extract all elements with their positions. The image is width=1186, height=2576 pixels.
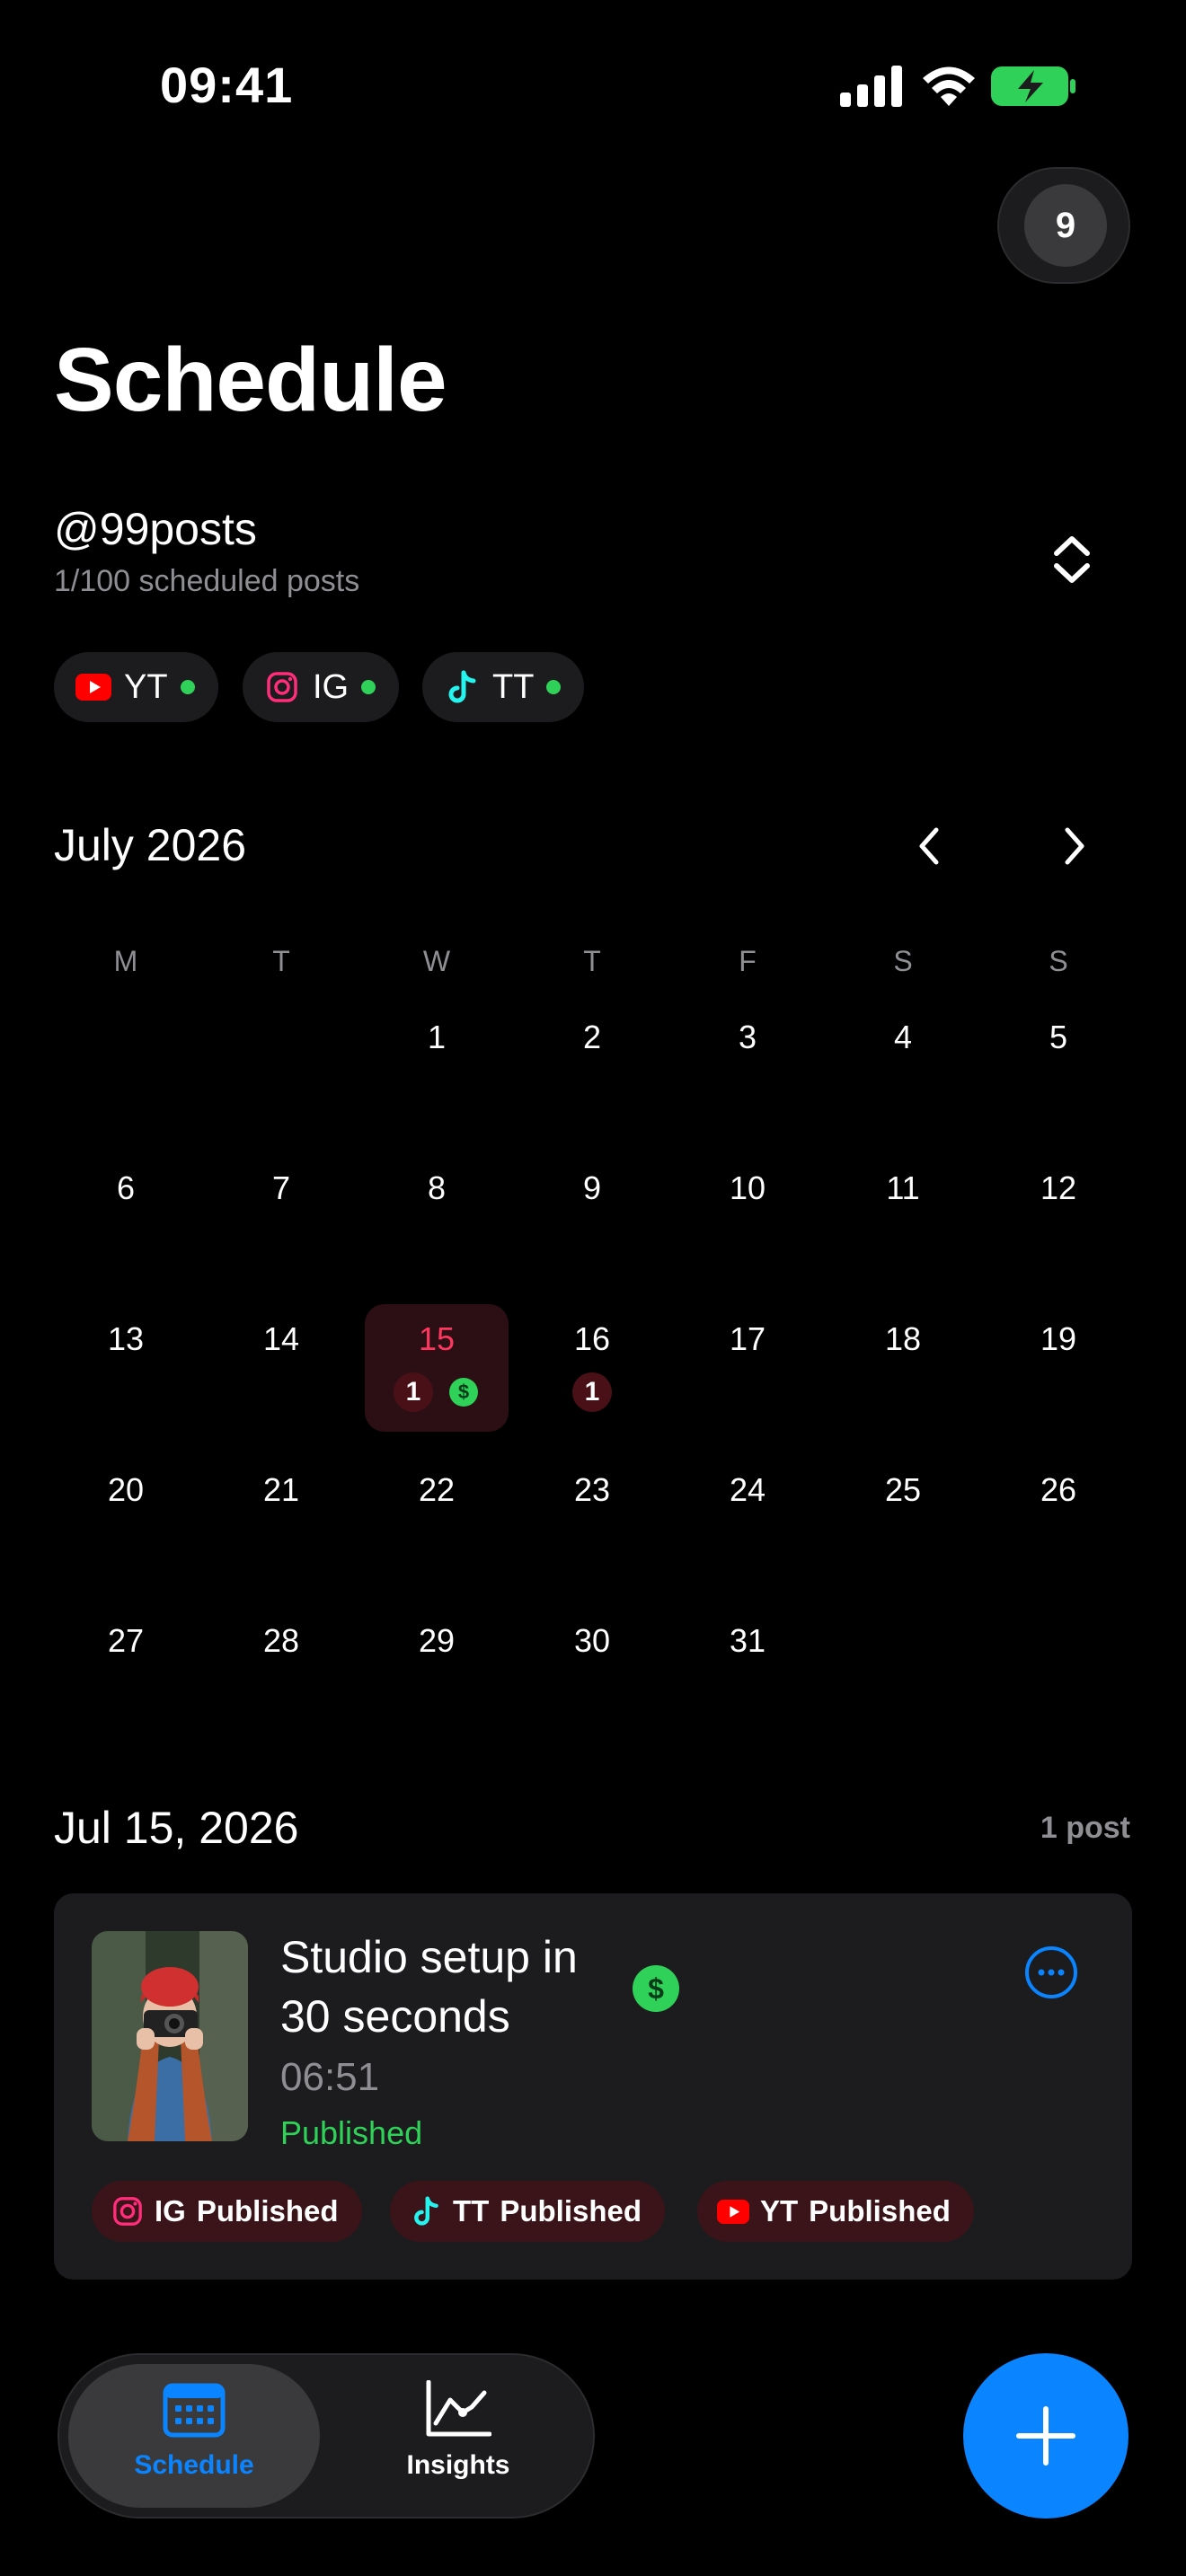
platform-status-label: Published (809, 2194, 951, 2228)
post-count-badge: 1 (394, 1372, 433, 1412)
tab-schedule[interactable]: Schedule (68, 2380, 320, 2481)
calendar-day[interactable]: 29 (392, 1622, 482, 1660)
account-subtitle: 1/100 scheduled posts (54, 564, 360, 598)
calendar-day[interactable]: 23 (547, 1471, 637, 1509)
calendar-day[interactable]: 18 (858, 1320, 948, 1358)
calendar-day[interactable]: 6 (81, 1169, 171, 1207)
battery-charging-icon (991, 66, 1075, 106)
month-title: July 2026 (54, 820, 247, 870)
platform-chip-youtube[interactable]: YT (54, 652, 218, 722)
account-handle[interactable]: @99posts (54, 503, 257, 555)
calendar-day[interactable]: 5 (1013, 1019, 1103, 1056)
post-count-label: 1 post (1040, 1811, 1130, 1845)
tab-label: Insights (406, 2450, 510, 2480)
calendar-day[interactable]: 11 (858, 1169, 948, 1207)
weekday-label: F (739, 945, 757, 977)
calendar-day[interactable]: 22 (392, 1471, 482, 1509)
youtube-icon (717, 2195, 749, 2228)
platform-label: TT (492, 667, 535, 706)
weekday-label: T (272, 945, 290, 977)
calendar-day[interactable]: 14 (236, 1320, 326, 1358)
chevron-right-icon (1065, 827, 1084, 865)
calendar-day[interactable]: 10 (703, 1169, 792, 1207)
more-options-icon[interactable] (1024, 1945, 1078, 1999)
instagram-icon (264, 669, 300, 705)
platform-status-youtube[interactable]: YT Published (697, 2181, 974, 2242)
page-title: Schedule (54, 330, 447, 430)
instagram-icon (111, 2195, 144, 2228)
calendar-day[interactable]: 9 (547, 1169, 637, 1207)
chevron-left-icon (919, 827, 939, 865)
weekday-label: T (583, 945, 601, 977)
monetized-icon: $ (449, 1378, 478, 1407)
status-time: 09:41 (160, 57, 294, 113)
next-month-button[interactable] (1048, 819, 1102, 873)
wifi-icon (923, 66, 975, 106)
status-dot (361, 680, 376, 694)
calendar-day[interactable]: 4 (858, 1019, 948, 1056)
tiktok-icon (444, 669, 480, 705)
post-title[interactable]: Studio setup in 30 seconds (280, 1928, 622, 2046)
platform-label: YT (760, 2194, 799, 2228)
platform-label: YT (124, 667, 168, 706)
tab-label: Schedule (134, 2450, 254, 2480)
weekday-label: W (422, 945, 451, 977)
platform-chip-instagram[interactable]: IG (243, 652, 400, 722)
calendar-day[interactable]: 16 (547, 1320, 637, 1358)
monetized-icon: $ (633, 1965, 679, 2012)
weekday-label: S (1049, 945, 1068, 977)
calendar-day[interactable]: 21 (236, 1471, 326, 1509)
calendar-day-selected[interactable]: 15 (392, 1320, 482, 1358)
plus-icon (1016, 2406, 1075, 2466)
calendar-day[interactable]: 2 (547, 1019, 637, 1056)
platform-status-label: Published (500, 2194, 642, 2228)
chart-icon (426, 2380, 491, 2437)
platform-label: TT (453, 2194, 490, 2228)
calendar-day[interactable]: 3 (703, 1019, 792, 1056)
platform-label: IG (155, 2194, 186, 2228)
previous-month-button[interactable] (902, 819, 956, 873)
tab-insights[interactable]: Insights (332, 2380, 584, 2481)
calendar-day[interactable]: 13 (81, 1320, 171, 1358)
tiktok-icon (410, 2195, 442, 2228)
calendar-day[interactable]: 26 (1013, 1471, 1103, 1509)
calendar-day[interactable]: 7 (236, 1169, 326, 1207)
platform-label: IG (313, 667, 350, 706)
youtube-icon (75, 669, 111, 705)
calendar-day[interactable]: 31 (703, 1622, 792, 1660)
post-time: 06:51 (280, 2055, 380, 2099)
cellular-signal-icon (840, 66, 902, 107)
platform-chip-tiktok[interactable]: TT (422, 652, 585, 722)
add-post-button[interactable] (963, 2353, 1128, 2519)
calendar-day[interactable]: 24 (703, 1471, 792, 1509)
platform-status-tiktok[interactable]: TT Published (390, 2181, 666, 2242)
weekday-label: M (113, 945, 138, 977)
weekday-label: S (893, 945, 913, 977)
calendar-day[interactable]: 12 (1013, 1169, 1103, 1207)
calendar-day[interactable]: 20 (81, 1471, 171, 1509)
calendar-day[interactable]: 27 (81, 1622, 171, 1660)
calendar-day[interactable]: 8 (392, 1169, 482, 1207)
platform-status-instagram[interactable]: IG Published (92, 2181, 362, 2242)
avatar[interactable]: 9 (1024, 184, 1107, 267)
calendar-day[interactable]: 28 (236, 1622, 326, 1660)
calendar-day[interactable]: 30 (547, 1622, 637, 1660)
selected-date-title: Jul 15, 2026 (54, 1803, 299, 1853)
post-count-badge: 1 (572, 1372, 612, 1412)
calendar-day[interactable]: 25 (858, 1471, 948, 1509)
status-dot (546, 680, 562, 694)
calendar-icon (163, 2383, 226, 2438)
calendar-day[interactable]: 17 (703, 1320, 792, 1358)
calendar-day[interactable]: 1 (392, 1019, 482, 1056)
chevron-up-down-icon[interactable] (1042, 530, 1102, 589)
calendar-day[interactable]: 19 (1013, 1320, 1103, 1358)
post-status: Published (280, 2114, 423, 2151)
post-thumbnail (92, 1931, 248, 2141)
platform-status-label: Published (196, 2194, 339, 2228)
status-dot (180, 680, 195, 694)
